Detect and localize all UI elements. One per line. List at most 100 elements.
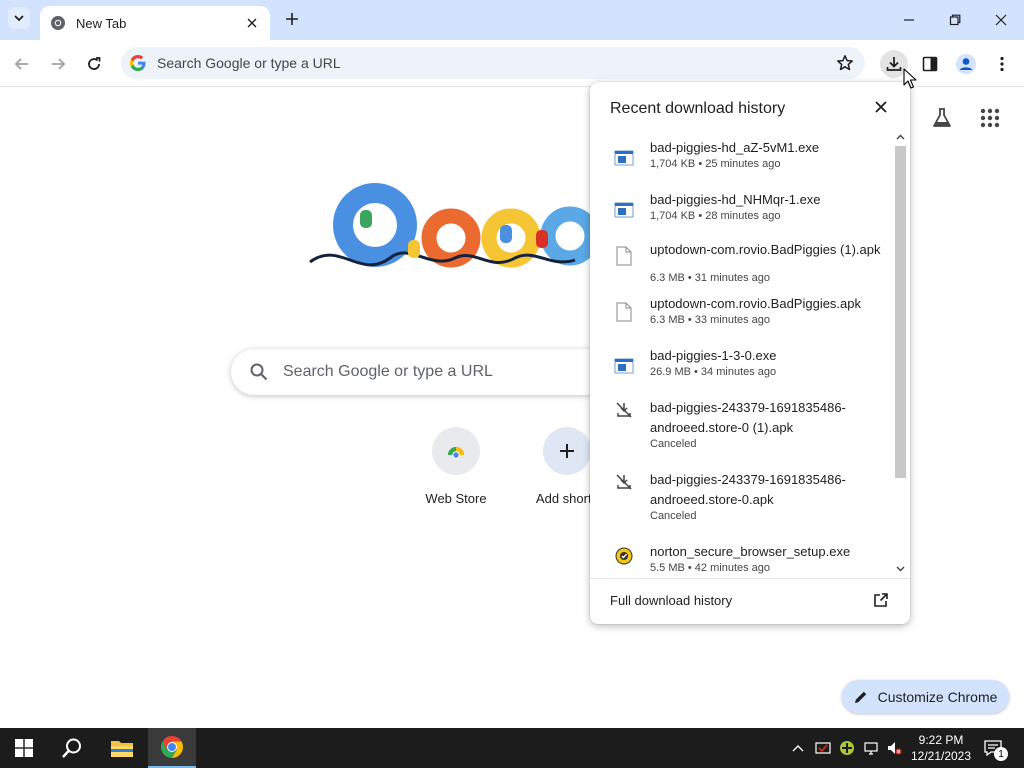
download-item[interactable]: uptodown-com.rovio.BadPiggies (1).apk 6.… <box>590 240 890 296</box>
download-item[interactable]: bad-piggies-1-3-0.exe 26.9 MB • 34 minut… <box>590 346 890 394</box>
download-filename: bad-piggies-hd_NHMqr-1.exe <box>650 192 821 207</box>
side-panel-icon <box>922 56 938 72</box>
google-doodle[interactable] <box>300 170 600 290</box>
scrollbar-thumb[interactable] <box>895 146 906 478</box>
arrow-right-icon <box>52 58 66 70</box>
scroll-down-arrow[interactable] <box>895 564 906 574</box>
generic-file-icon <box>614 246 634 266</box>
tray-app-icon[interactable] <box>813 738 833 758</box>
tray-overflow-button[interactable] <box>788 738 808 758</box>
omnibox[interactable] <box>121 47 865 79</box>
windows-logo-icon <box>15 739 33 757</box>
clock-date: 12/21/2023 <box>910 749 972 763</box>
download-bubble-title: Recent download history <box>610 100 786 117</box>
download-meta: Canceled <box>650 510 697 522</box>
generic-file-icon <box>614 302 634 322</box>
chrome-taskbar-button[interactable] <box>148 728 196 768</box>
labs-button[interactable] <box>928 104 956 132</box>
download-filename: uptodown-com.rovio.BadPiggies.apk <box>650 296 862 311</box>
ntp-search-placeholder: Search Google or type a URL <box>283 363 493 380</box>
download-filename: norton_secure_browser_setup.exe <box>650 544 851 559</box>
download-filename: bad-piggies-243379-1691835486-androeed.s… <box>650 472 846 507</box>
tray-app-icon[interactable] <box>837 738 857 758</box>
close-icon <box>875 101 887 113</box>
open-in-new-icon <box>872 591 890 609</box>
download-bubble-footer[interactable]: Full download history <box>590 578 910 624</box>
full-download-history-link[interactable]: Full download history <box>610 593 732 608</box>
tab-new-tab[interactable]: New Tab <box>40 6 270 40</box>
back-button[interactable] <box>10 52 34 76</box>
customize-chrome-label: Customize Chrome <box>877 688 998 705</box>
shortcut-web-store[interactable]: Web Store <box>406 427 506 506</box>
download-item[interactable]: bad-piggies-243379-1691835486-androeed.s… <box>590 398 890 466</box>
close-icon <box>247 18 257 28</box>
download-item[interactable]: uptodown-com.rovio.BadPiggies.apk 6.3 MB… <box>590 294 890 342</box>
restore-button[interactable] <box>940 8 970 32</box>
canceled-download-icon <box>614 472 634 492</box>
tab-search-button[interactable] <box>8 7 30 29</box>
download-bubble: Recent download history bad-piggies-hd_a… <box>590 82 910 624</box>
download-filename: bad-piggies-hd_aZ-5vM1.exe <box>650 140 820 155</box>
arrow-left-icon <box>14 58 28 70</box>
download-bubble-close-button[interactable] <box>872 98 890 116</box>
forward-button[interactable] <box>46 52 70 76</box>
download-meta: 6.3 MB • 31 minutes ago <box>650 272 771 284</box>
download-meta: 26.9 MB • 34 minutes ago <box>650 366 777 378</box>
download-filename: bad-piggies-1-3-0.exe <box>650 348 777 363</box>
minimize-button[interactable] <box>894 8 924 32</box>
ntp-search-box[interactable]: Search Google or type a URL <box>231 349 611 395</box>
scroll-up-arrow[interactable] <box>895 132 906 142</box>
exe-file-icon <box>614 200 634 220</box>
restore-icon <box>949 14 961 26</box>
tab-close-button[interactable] <box>244 15 260 31</box>
download-list: bad-piggies-hd_aZ-5vM1.exe 1,704 KB • 25… <box>590 130 890 576</box>
clock-time: 9:22 PM <box>918 733 964 747</box>
chevron-up-icon <box>792 745 804 752</box>
download-meta: 6.3 MB • 33 minutes ago <box>650 314 771 326</box>
taskbar-clock[interactable]: 9:22 PM 12/21/2023 <box>910 732 972 764</box>
bookmark-star-button[interactable] <box>835 53 855 73</box>
download-meta: Canceled <box>650 438 697 450</box>
close-icon <box>995 14 1007 26</box>
search-icon <box>250 363 268 381</box>
browser-toolbar <box>0 40 1024 87</box>
pencil-icon <box>854 691 866 703</box>
tray-network-icon[interactable] <box>861 738 881 758</box>
profile-avatar-icon <box>956 54 976 74</box>
download-list-scrollbar[interactable] <box>890 130 910 576</box>
chrome-menu-button[interactable] <box>988 50 1016 78</box>
plus-icon <box>286 13 298 25</box>
chrome-logo-icon <box>161 736 183 758</box>
download-icon <box>886 57 902 71</box>
download-meta: 1,704 KB • 25 minutes ago <box>650 158 781 170</box>
notification-badge: 1 <box>994 747 1008 761</box>
close-window-button[interactable] <box>986 8 1016 32</box>
chrome-favicon-icon <box>51 16 65 30</box>
search-icon <box>62 738 81 758</box>
download-meta: 1,704 KB • 28 minutes ago <box>650 210 781 222</box>
mouse-cursor-icon <box>903 68 917 89</box>
tab-strip: New Tab <box>0 0 1024 40</box>
download-item[interactable]: bad-piggies-243379-1691835486-androeed.s… <box>590 470 890 538</box>
apps-grid-icon <box>980 108 1000 128</box>
tray-volume-icon[interactable] <box>884 738 904 758</box>
reload-button[interactable] <box>82 52 106 76</box>
side-panel-button[interactable] <box>916 50 944 78</box>
google-apps-button[interactable] <box>976 104 1004 132</box>
download-item[interactable]: norton_secure_browser_setup.exe 5.5 MB •… <box>590 542 890 576</box>
omnibox-input[interactable] <box>157 55 797 71</box>
start-button[interactable] <box>0 728 48 768</box>
chevron-down-icon <box>14 15 24 22</box>
download-item[interactable]: bad-piggies-hd_NHMqr-1.exe 1,704 KB • 28… <box>590 190 890 238</box>
update-tray-icon <box>840 741 854 755</box>
taskbar-search-button[interactable] <box>48 728 96 768</box>
download-item[interactable]: bad-piggies-hd_aZ-5vM1.exe 1,704 KB • 25… <box>590 138 890 186</box>
kebab-menu-icon <box>1000 56 1004 72</box>
action-center-button[interactable]: 1 <box>982 737 1008 761</box>
flask-icon <box>933 108 951 127</box>
file-explorer-button[interactable] <box>98 728 146 768</box>
new-tab-button[interactable] <box>282 9 302 29</box>
customize-chrome-button[interactable]: Customize Chrome <box>842 680 1009 713</box>
profile-button[interactable] <box>952 50 980 78</box>
download-filename: bad-piggies-243379-1691835486-androeed.s… <box>650 400 846 435</box>
